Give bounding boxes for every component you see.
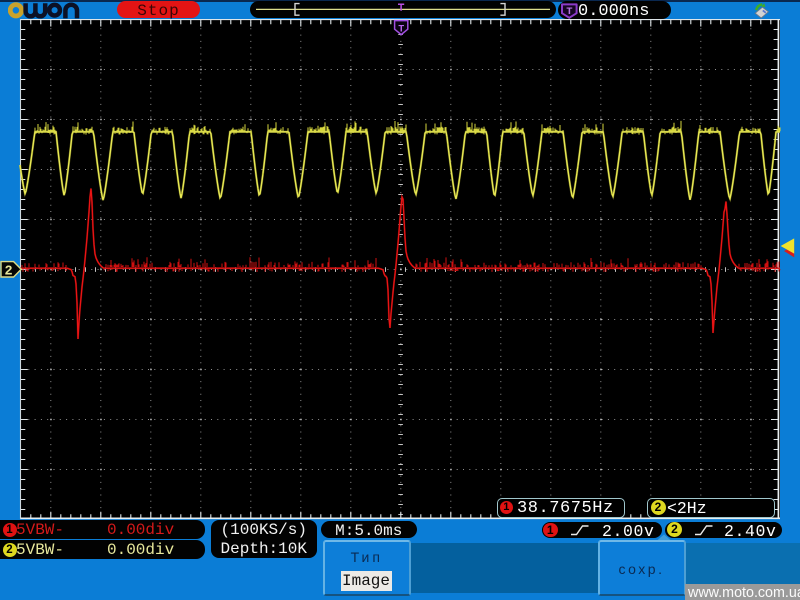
svg-text:T: T	[398, 24, 404, 35]
svg-text:2: 2	[5, 264, 13, 279]
